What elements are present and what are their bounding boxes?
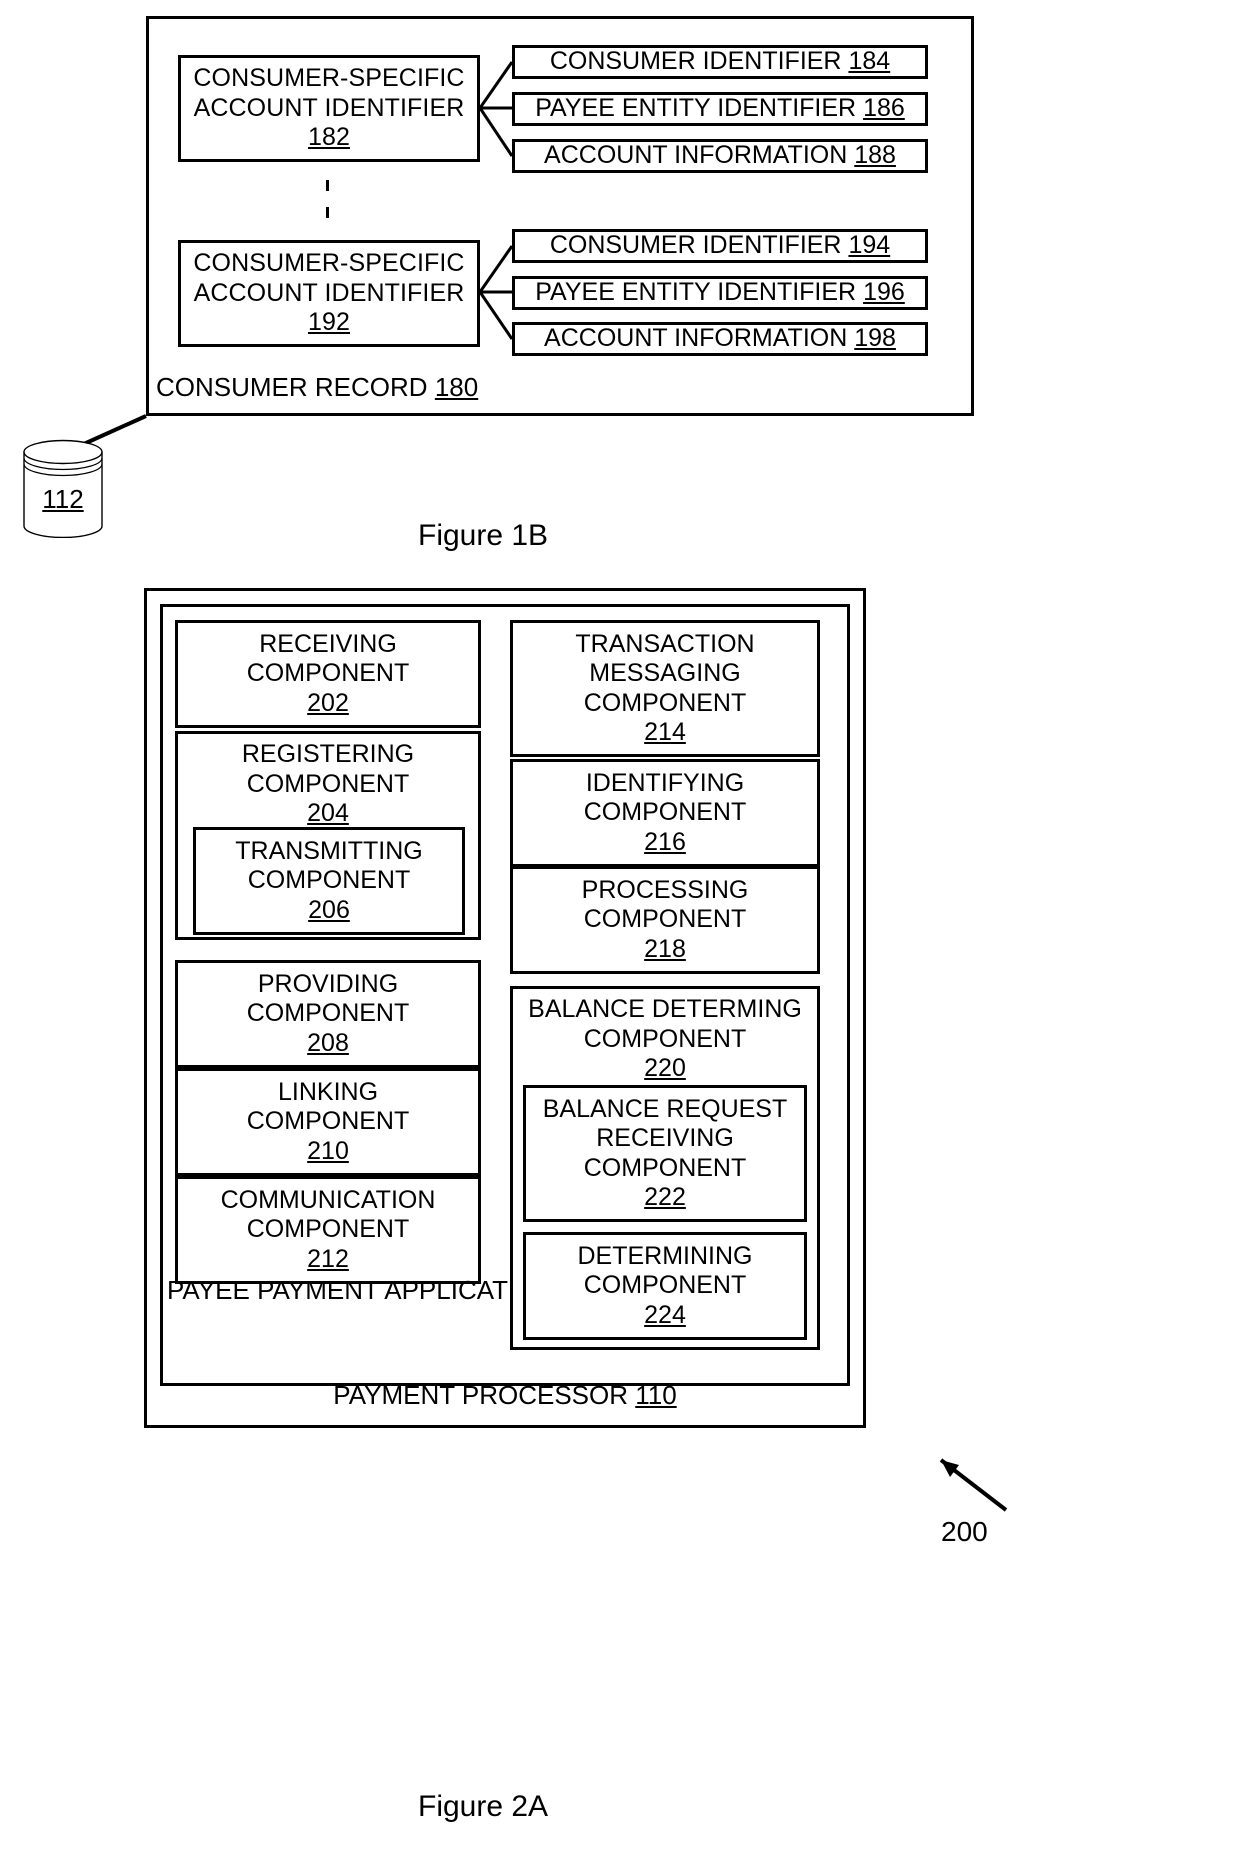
csai-line2: ACCOUNT IDENTIFIER [193,278,465,307]
patent-figure-page: CONSUMER-SPECIFIC ACCOUNT IDENTIFIER 182… [0,0,1240,1860]
attr-ref: 196 [863,278,905,307]
comp-ref: 220 [644,1054,686,1082]
comp-line1: BALANCE DETERMING [528,995,802,1023]
attr-label: CONSUMER IDENTIFIER [549,47,842,76]
comp-line1: LINKING [277,1077,379,1106]
comp-line1: RECEIVING [259,629,397,658]
attr-label: PAYEE ENTITY IDENTIFIER [535,94,857,123]
attr-ref: 194 [848,231,891,260]
comp-line1: REGISTERING [241,740,415,768]
comp-line2: COMPONENT [246,659,410,688]
receiving-component-box-202: RECEIVING COMPONENT 202 [175,620,481,728]
comp-line2: COMPONENT [246,1215,410,1244]
comp-ref: 216 [644,827,686,856]
csai-line1: CONSUMER-SPECIFIC [193,249,465,278]
csai-ref: 192 [307,308,350,337]
csai-line1: CONSUMER-SPECIFIC [193,64,465,93]
determining-component-box-224: DETERMINING COMPONENT 224 [523,1232,807,1340]
comp-line1: TRANSACTION [575,629,755,658]
comp-ref: 224 [644,1300,686,1329]
consumer-identifier-box-184: CONSUMER IDENTIFIER 184 [512,45,928,79]
comp-line2: COMPONENT [583,1024,747,1053]
attr-ref: 198 [854,324,896,353]
consumer-specific-account-identifier-box-192: CONSUMER-SPECIFIC ACCOUNT IDENTIFIER 192 [178,240,480,347]
figure-2a-caption: Figure 2A [418,1790,549,1823]
attr-label: ACCOUNT INFORMATION [544,141,848,170]
payment-processor-ref: 110 [635,1380,677,1410]
consumer-specific-account-identifier-box-182: CONSUMER-SPECIFIC ACCOUNT IDENTIFIER 182 [178,55,480,162]
comp-line2: COMPONENT [246,769,410,798]
comp-ref: 222 [644,1183,686,1211]
database-ref-label: 112 [22,484,104,515]
attr-label: CONSUMER IDENTIFIER [549,231,842,260]
attr-ref: 184 [848,47,891,76]
payment-processor-text: PAYMENT PROCESSOR [333,1380,629,1410]
comp-line1: COMMUNICATION [220,1185,436,1214]
comp-ref: 202 [307,688,349,717]
comp-line1: PROVIDING [257,969,399,998]
communication-component-box-212: COMMUNICATION COMPONENT 212 [175,1176,481,1284]
providing-component-box-208: PROVIDING COMPONENT 208 [175,960,481,1068]
comp-line3: COMPONENT [583,1153,747,1182]
comp-line1: PROCESSING [581,875,749,904]
account-information-box-188: ACCOUNT INFORMATION 188 [512,139,928,173]
attr-label: PAYEE ENTITY IDENTIFIER [535,278,857,307]
comp-line1: DETERMINING [577,1241,753,1270]
comp-line2: RECEIVING [596,1124,734,1152]
ppa-line1: PAYEE PAYMENT [167,1275,379,1305]
comp-ref: 208 [307,1028,349,1057]
comp-line1: TRANSMITTING [235,836,423,865]
comp-line1: IDENTIFYING [585,768,745,797]
account-information-box-198: ACCOUNT INFORMATION 198 [512,322,928,356]
comp-line2: COMPONENT [246,999,410,1028]
attr-label: ACCOUNT INFORMATION [544,324,848,353]
consumer-identifier-box-194: CONSUMER IDENTIFIER 194 [512,229,928,263]
payee-entity-identifier-box-186: PAYEE ENTITY IDENTIFIER 186 [512,92,928,126]
figure-1b-caption: Figure 1B [418,519,549,552]
transaction-messaging-component-box-214: TRANSACTION MESSAGING COMPONENT 214 [510,620,820,757]
comp-line2: MESSAGING [589,659,741,687]
attr-ref: 188 [854,141,896,170]
comp-line2: COMPONENT [583,1271,747,1300]
comp-line3: COMPONENT [583,688,747,717]
comp-line2: COMPONENT [246,1107,410,1136]
comp-ref: 204 [307,799,349,827]
csai-ref: 182 [307,123,350,152]
vertical-ellipsis [325,180,329,218]
processing-component-box-218: PROCESSING COMPONENT 218 [510,866,820,974]
identifying-component-box-216: IDENTIFYING COMPONENT 216 [510,759,820,867]
payment-processor-label: PAYMENT PROCESSOR 110 [144,1380,866,1411]
csai-line2: ACCOUNT IDENTIFIER [193,93,465,122]
comp-line2: COMPONENT [247,866,411,895]
transmitting-component-box-206: TRANSMITTING COMPONENT 206 [193,827,465,935]
system-ref-200: 200 [941,1516,988,1547]
comp-line1: BALANCE REQUEST [542,1094,788,1123]
database-ref: 112 [42,484,84,514]
consumer-record-text: CONSUMER RECORD [156,372,428,402]
comp-line2: COMPONENT [583,905,747,934]
consumer-record-label: CONSUMER RECORD 180 [156,372,478,403]
comp-ref: 218 [644,934,686,963]
payee-entity-identifier-box-196: PAYEE ENTITY IDENTIFIER 196 [512,276,928,310]
attr-ref: 186 [863,94,905,123]
comp-ref: 206 [308,895,350,924]
comp-ref: 214 [644,718,686,746]
linking-component-box-210: LINKING COMPONENT 210 [175,1068,481,1176]
balance-request-receiving-component-box-222: BALANCE REQUEST RECEIVING COMPONENT 222 [523,1085,807,1222]
comp-ref: 212 [307,1244,349,1273]
comp-line2: COMPONENT [583,798,747,827]
consumer-record-ref: 180 [434,372,479,402]
comp-ref: 210 [307,1136,349,1165]
